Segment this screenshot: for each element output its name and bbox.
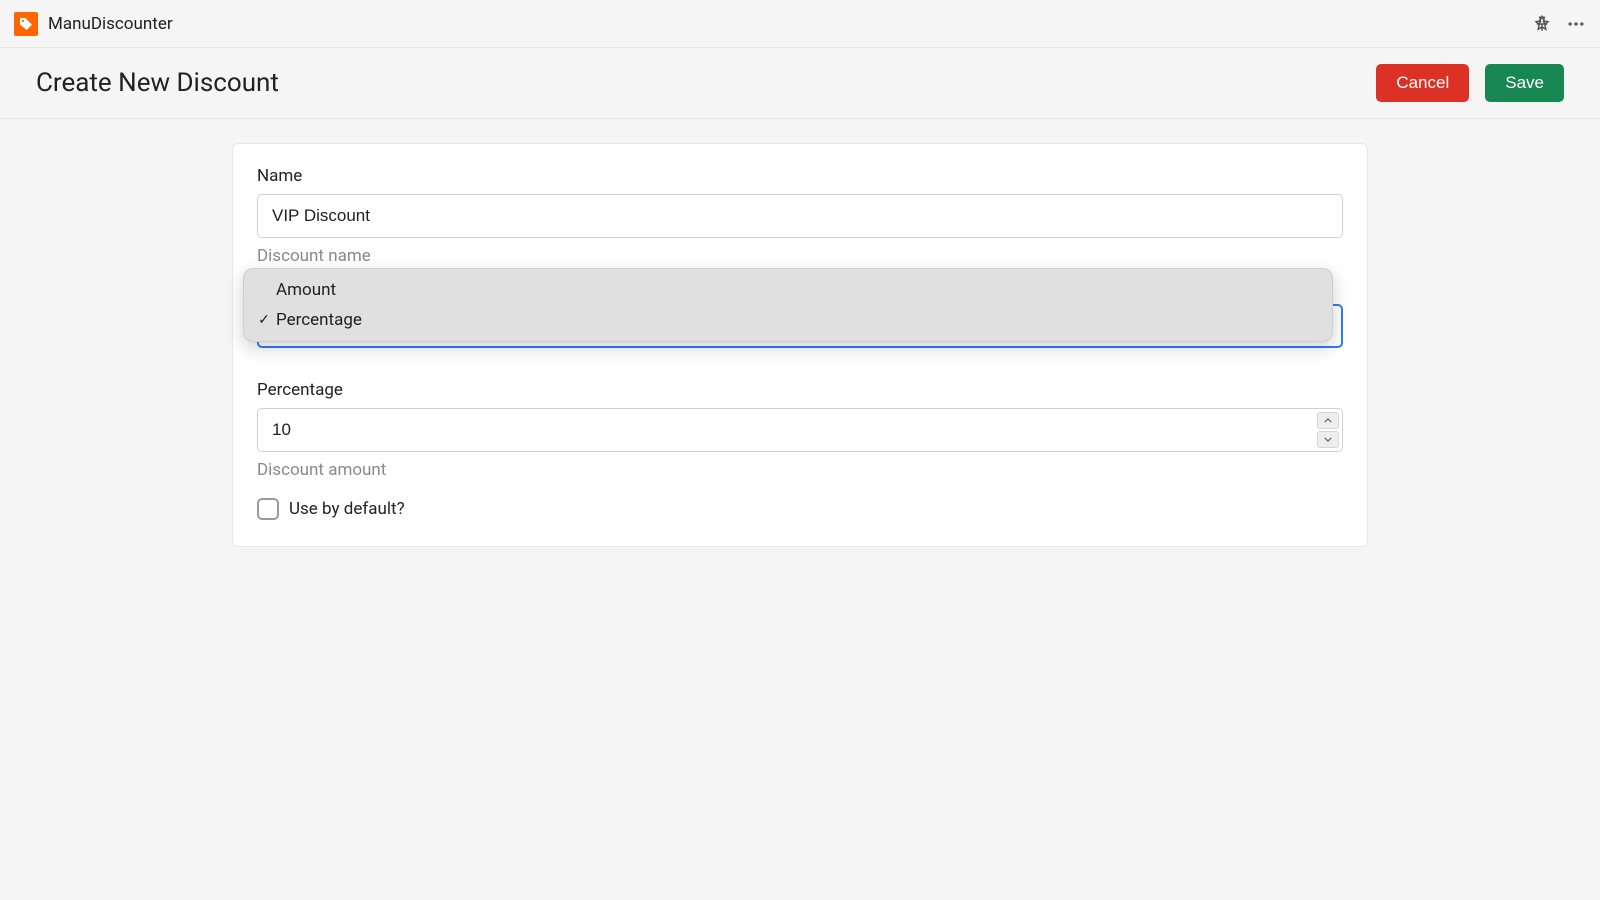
cancel-button[interactable]: Cancel xyxy=(1376,64,1469,102)
type-option-label: Percentage xyxy=(276,310,362,330)
topbar-left: ManuDiscounter xyxy=(14,12,173,36)
save-button[interactable]: Save xyxy=(1485,64,1564,102)
pin-icon[interactable] xyxy=(1532,14,1552,34)
step-up-button[interactable] xyxy=(1317,412,1339,429)
page-title: Create New Discount xyxy=(36,68,279,98)
percentage-stepper xyxy=(1317,412,1339,448)
type-option-label: Amount xyxy=(276,280,336,300)
use-default-checkbox[interactable] xyxy=(257,498,279,520)
percentage-group: Percentage Discount amount xyxy=(257,380,1343,480)
type-option-percentage[interactable]: ✓ Percentage xyxy=(244,305,1332,335)
percentage-label: Percentage xyxy=(257,380,1343,400)
type-option-amount[interactable]: Amount xyxy=(244,275,1332,305)
type-dropdown-panel: Amount ✓ Percentage xyxy=(243,268,1333,342)
form-area: Name Discount name Amount ✓ Percentage P… xyxy=(0,119,1600,547)
percentage-input-wrap xyxy=(257,408,1343,452)
app-tag-icon xyxy=(14,12,38,36)
topbar: ManuDiscounter xyxy=(0,0,1600,48)
name-group: Name Discount name xyxy=(257,166,1343,266)
action-buttons: Cancel Save xyxy=(1376,64,1564,102)
percentage-help: Discount amount xyxy=(257,460,1343,480)
name-input[interactable] xyxy=(257,194,1343,238)
more-icon[interactable] xyxy=(1566,14,1586,34)
topbar-right xyxy=(1532,14,1586,34)
name-help: Discount name xyxy=(257,246,1343,266)
step-down-button[interactable] xyxy=(1317,431,1339,448)
app-title: ManuDiscounter xyxy=(48,14,173,34)
check-icon: ✓ xyxy=(256,312,272,328)
use-default-row: Use by default? xyxy=(257,498,1343,520)
discount-form-card: Name Discount name Amount ✓ Percentage P… xyxy=(232,143,1368,547)
name-label: Name xyxy=(257,166,1343,186)
percentage-input[interactable] xyxy=(257,408,1343,452)
actionbar: Create New Discount Cancel Save xyxy=(0,48,1600,119)
use-default-label: Use by default? xyxy=(289,499,405,519)
